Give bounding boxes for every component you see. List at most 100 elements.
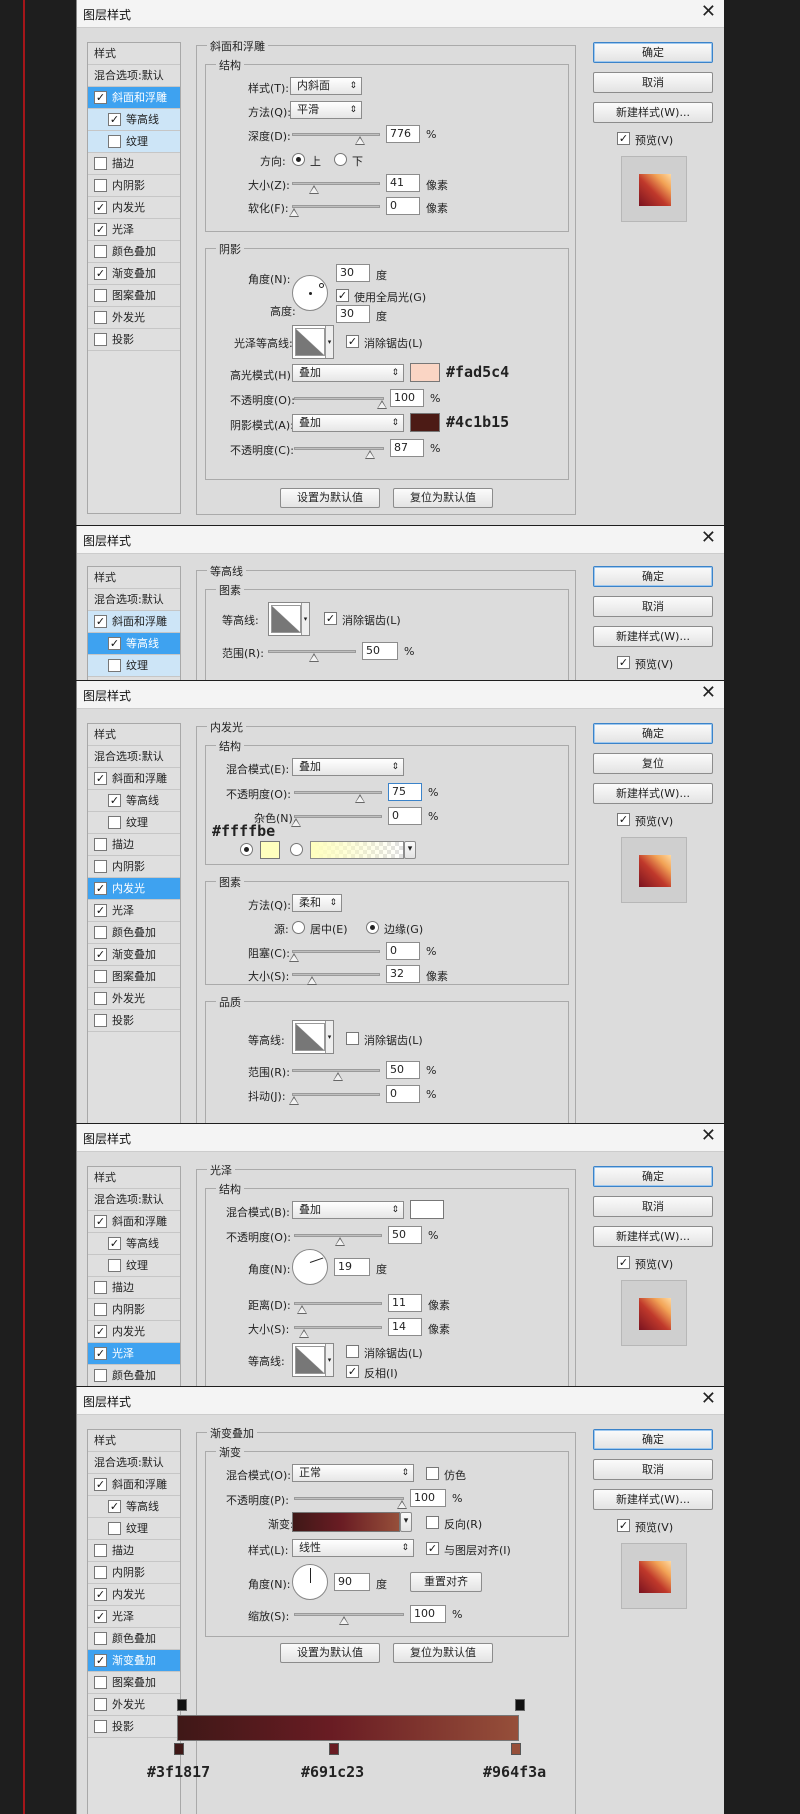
source-center-radio[interactable] <box>292 921 305 934</box>
ok-button[interactable]: 确定 <box>593 42 713 63</box>
source-edge-radio[interactable] <box>366 921 379 934</box>
style-item-pattern-overlay[interactable]: 图案叠加 <box>88 285 180 307</box>
jitter-input[interactable]: 0 <box>386 1085 420 1103</box>
style-item-satin[interactable]: ✓ 光泽 <box>88 900 180 922</box>
checkbox-icon[interactable]: ✓ <box>108 113 121 126</box>
distance-slider[interactable] <box>294 1302 382 1314</box>
blend-options-item[interactable]: 混合选项:默认 <box>88 1189 180 1211</box>
checkbox-icon[interactable]: ✓ <box>94 1478 107 1491</box>
styles-header[interactable]: 样式 <box>88 1430 180 1452</box>
range-slider[interactable] <box>268 650 356 662</box>
checkbox-icon[interactable] <box>94 1720 107 1733</box>
color-stop-1[interactable] <box>174 1743 184 1755</box>
gradient-radio[interactable] <box>290 843 303 856</box>
opacity-input[interactable]: 75 <box>388 783 422 801</box>
shadow-color-swatch[interactable] <box>410 413 440 432</box>
blend-mode-select[interactable]: 正常 <box>292 1464 414 1482</box>
shadow-opacity-input[interactable]: 87 <box>390 439 424 457</box>
slider-thumb[interactable] <box>307 976 317 985</box>
checkbox-icon[interactable] <box>108 816 121 829</box>
antialias-checkbox[interactable]: ✓ <box>346 335 359 348</box>
style-item-inner-glow[interactable]: ✓ 内发光 <box>88 197 180 219</box>
checkbox-icon[interactable]: ✓ <box>94 1654 107 1667</box>
contour-picker[interactable]: ▾ <box>292 1343 334 1377</box>
checkbox-icon[interactable] <box>94 1303 107 1316</box>
style-item-stroke[interactable]: 描边 <box>88 153 180 175</box>
style-item-inner-shadow[interactable]: 内阴影 <box>88 1299 180 1321</box>
checkbox-icon[interactable]: ✓ <box>94 948 107 961</box>
cancel-button[interactable]: 取消 <box>593 1196 713 1217</box>
technique-select[interactable]: 柔和 <box>292 894 342 912</box>
contour-picker[interactable]: ▾ <box>292 1020 334 1054</box>
style-item-color-overlay[interactable]: 颜色叠加 <box>88 1365 180 1386</box>
style-item-outer-glow[interactable]: 外发光 <box>88 307 180 329</box>
slider-thumb[interactable] <box>289 953 299 962</box>
style-item-bevel[interactable]: ✓ 斜面和浮雕 <box>88 87 180 109</box>
noise-input[interactable]: 0 <box>388 807 422 825</box>
style-item-gradient-overlay[interactable]: ✓ 渐变叠加 <box>88 1650 180 1672</box>
slider-thumb[interactable] <box>297 1305 307 1314</box>
style-item-stroke[interactable]: 描边 <box>88 1540 180 1562</box>
technique-select[interactable]: 平滑 <box>290 101 362 119</box>
new-style-button[interactable]: 新建样式(W)... <box>593 783 713 804</box>
blend-options-item[interactable]: 混合选项:默认 <box>88 1452 180 1474</box>
style-item-texture[interactable]: 纹理 <box>88 1518 180 1540</box>
style-item-texture[interactable]: 纹理 <box>88 655 180 677</box>
checkbox-icon[interactable] <box>108 1259 121 1272</box>
checkbox-icon[interactable] <box>94 157 107 170</box>
direction-down-radio[interactable] <box>334 153 347 166</box>
slider-thumb[interactable] <box>289 208 299 217</box>
checkbox-icon[interactable]: ✓ <box>94 223 107 236</box>
style-select[interactable]: 内斜面 <box>290 77 362 95</box>
checkbox-icon[interactable] <box>94 926 107 939</box>
style-item-outer-glow[interactable]: 外发光 <box>88 988 180 1010</box>
checkbox-icon[interactable]: ✓ <box>94 772 107 785</box>
depth-slider[interactable] <box>292 133 380 145</box>
checkbox-icon[interactable]: ✓ <box>94 267 107 280</box>
style-item-texture[interactable]: 纹理 <box>88 812 180 834</box>
checkbox-icon[interactable] <box>94 838 107 851</box>
opacity-slider[interactable] <box>294 1234 382 1246</box>
highlight-color-swatch[interactable] <box>410 363 440 382</box>
gradient-preview[interactable] <box>292 1512 400 1532</box>
style-item-contour[interactable]: ✓ 等高线 <box>88 633 180 655</box>
style-item-stroke[interactable]: 描边 <box>88 834 180 856</box>
cancel-button[interactable]: 取消 <box>593 72 713 93</box>
style-item-satin[interactable]: ✓ 光泽 <box>88 219 180 241</box>
highlight-opacity-input[interactable]: 100 <box>390 389 424 407</box>
slider-thumb[interactable] <box>291 818 301 827</box>
slider-thumb[interactable] <box>309 185 319 194</box>
slider-thumb[interactable] <box>365 450 375 459</box>
choke-slider[interactable] <box>289 950 380 962</box>
solid-color-radio[interactable] <box>240 843 253 856</box>
style-item-color-overlay[interactable]: 颜色叠加 <box>88 241 180 263</box>
checkbox-icon[interactable]: ✓ <box>94 1325 107 1338</box>
glow-gradient-picker[interactable] <box>310 841 404 859</box>
cancel-button[interactable]: 取消 <box>593 596 713 617</box>
checkbox-icon[interactable] <box>94 1676 107 1689</box>
style-item-stroke[interactable]: 描边 <box>88 1277 180 1299</box>
checkbox-icon[interactable] <box>94 179 107 192</box>
antialias-checkbox[interactable] <box>346 1345 359 1358</box>
choke-input[interactable]: 0 <box>386 942 420 960</box>
checkbox-icon[interactable]: ✓ <box>94 1215 107 1228</box>
slider-thumb[interactable] <box>299 1329 309 1338</box>
angle-dial[interactable] <box>292 275 328 311</box>
opacity-input[interactable]: 100 <box>410 1489 446 1507</box>
opacity-stop-left[interactable] <box>177 1699 187 1711</box>
checkbox-icon[interactable]: ✓ <box>94 904 107 917</box>
direction-up-radio[interactable] <box>292 153 305 166</box>
size-input[interactable]: 14 <box>388 1318 422 1336</box>
opacity-input[interactable]: 50 <box>388 1226 422 1244</box>
chevron-down-icon[interactable]: ▾ <box>400 1512 412 1532</box>
size-slider[interactable] <box>294 1326 382 1338</box>
checkbox-icon[interactable]: ✓ <box>94 615 107 628</box>
style-item-bevel[interactable]: ✓ 斜面和浮雕 <box>88 768 180 790</box>
checkbox-icon[interactable]: ✓ <box>108 637 121 650</box>
distance-input[interactable]: 11 <box>388 1294 422 1312</box>
style-item-inner-shadow[interactable]: 内阴影 <box>88 856 180 878</box>
glow-color-swatch[interactable] <box>260 841 280 859</box>
style-item-inner-glow[interactable]: ✓ 内发光 <box>88 1584 180 1606</box>
preview-checkbox[interactable]: ✓ <box>617 1519 630 1532</box>
style-item-outer-glow[interactable]: 外发光 <box>88 1694 180 1716</box>
